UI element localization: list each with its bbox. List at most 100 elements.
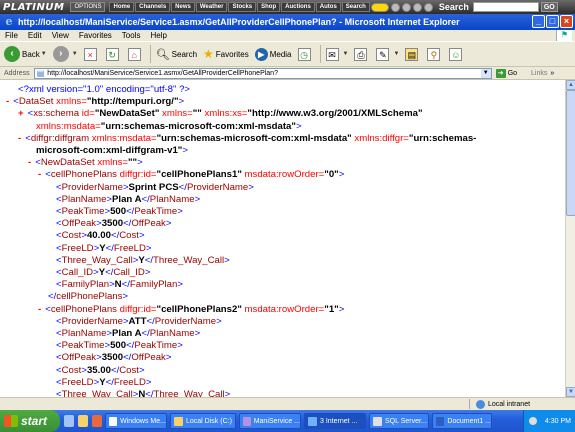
platinum-circle-icon[interactable] xyxy=(401,2,411,12)
vertical-scrollbar[interactable]: ▲ ▼ xyxy=(565,80,575,397)
taskbar-item-sql-server[interactable]: SQL Server... xyxy=(369,413,429,429)
messenger-button[interactable]: ☺ xyxy=(449,47,465,61)
platinum-circle-icon[interactable] xyxy=(412,2,422,12)
minimize-button[interactable]: _ xyxy=(532,15,545,28)
close-button[interactable]: × xyxy=(560,15,573,28)
platinum-auctions-button[interactable]: Auctions xyxy=(281,2,315,12)
app-icon xyxy=(373,416,382,426)
refresh-button[interactable]: ↻ xyxy=(105,47,122,61)
address-input[interactable]: ▤ http://localhost/ManiService/Service1.… xyxy=(33,67,492,79)
xml-tag-name: xs:schema xyxy=(33,108,80,120)
taskbar-item-maniservice[interactable]: ManiService ... xyxy=(239,413,301,429)
maximize-button[interactable]: □ xyxy=(546,15,559,28)
quicklaunch-icon[interactable] xyxy=(64,415,74,427)
chevron-down-icon[interactable]: ▼ xyxy=(343,51,349,57)
xml-tag-name: PeakTime xyxy=(61,340,105,352)
platinum-search-button[interactable]: Search xyxy=(341,2,370,12)
collapse-toggle[interactable]: - xyxy=(38,304,41,315)
print-button[interactable]: ⎙ xyxy=(354,47,370,61)
xml-field-value: 40.00 xyxy=(86,230,111,242)
platinum-news-button[interactable]: News xyxy=(171,2,195,12)
taskbar-item-windows-media[interactable]: Windows Me... xyxy=(105,413,167,429)
platinum-home-button[interactable]: Home xyxy=(109,2,135,12)
platinum-options-button[interactable]: OPTIONS xyxy=(70,2,106,12)
edit-button[interactable]: ✎ ▼ xyxy=(376,47,399,61)
xml-tag-name: PeakTime xyxy=(61,206,105,217)
start-button[interactable]: start xyxy=(0,410,60,432)
intranet-globe-icon xyxy=(476,399,485,409)
taskbar-item-document1[interactable]: Document1 ... xyxy=(432,413,492,429)
menu-tools[interactable]: Tools xyxy=(117,31,146,40)
task-label: ManiService ... xyxy=(253,417,300,425)
chevron-down-icon[interactable]: ▼ xyxy=(72,51,78,57)
home-button[interactable]: ⌂ xyxy=(127,47,144,61)
chevron-down-icon[interactable]: ▼ xyxy=(480,68,491,78)
xml-tag-name: PlanName xyxy=(149,193,195,205)
xml-tag-name: Call_ID xyxy=(113,267,145,278)
zone-label: Local intranet xyxy=(488,400,531,408)
back-button[interactable]: ‹ Back ▼ xyxy=(4,46,47,62)
menu-file[interactable]: File xyxy=(0,31,23,40)
xml-tag-name: diffgr:diffgram xyxy=(30,132,90,144)
xml-field-line: <Cost>40.00</Cost> xyxy=(56,230,145,242)
standard-toolbar: ‹ Back ▼ › ▼ × ↻ ⌂ 🔍︎ Search ★ Favorites… xyxy=(0,42,575,67)
media-button[interactable]: ▶ Media xyxy=(254,47,292,61)
xml-attr-name: diffgr:id= xyxy=(116,303,157,315)
xml-attr-value: "urn:schemas- xyxy=(408,132,477,144)
forward-button[interactable]: › ▼ xyxy=(52,46,78,62)
xml-tag-name: FreeLD xyxy=(61,376,94,388)
back-arrow-icon: ‹ xyxy=(4,46,20,62)
scroll-down-button[interactable]: ▼ xyxy=(566,387,575,397)
expand-toggle[interactable]: + xyxy=(18,108,24,119)
stop-icon: × xyxy=(83,47,97,61)
quicklaunch-icon[interactable] xyxy=(78,415,88,427)
collapse-toggle[interactable]: - xyxy=(6,96,9,107)
menu-favorites[interactable]: Favorites xyxy=(74,31,117,40)
platinum-search-input[interactable] xyxy=(472,2,539,12)
xml-bracket: </ xyxy=(144,254,153,266)
tray-icon[interactable] xyxy=(528,417,537,425)
quicklaunch-icon[interactable] xyxy=(92,415,102,427)
taskbar-item-local-disk[interactable]: Local Disk (C:) xyxy=(170,413,236,429)
menu-view[interactable]: View xyxy=(47,31,74,40)
chevron-right-icon[interactable]: » xyxy=(550,70,554,77)
menu-help[interactable]: Help xyxy=(145,31,171,40)
chevron-down-icon[interactable]: ▼ xyxy=(41,51,47,57)
collapse-toggle[interactable]: - xyxy=(38,169,41,180)
research-button[interactable]: ⚲ xyxy=(427,47,443,61)
platinum-circle-icon[interactable] xyxy=(390,2,400,12)
discuss-icon: ▤ xyxy=(405,47,419,61)
history-button[interactable]: ◷ xyxy=(297,47,314,61)
scroll-up-button[interactable]: ▲ xyxy=(566,80,575,90)
xml-attr-name: msdata:rowOrder= xyxy=(241,303,325,315)
xml-tag-name: PeakTime xyxy=(134,340,178,352)
platinum-toggle-icon[interactable] xyxy=(370,2,389,12)
collapse-toggle[interactable]: - xyxy=(18,133,21,144)
search-button[interactable]: 🔍︎ Search xyxy=(156,48,197,61)
favorites-button[interactable]: ★ Favorites xyxy=(203,47,249,61)
platinum-go-button[interactable]: GO xyxy=(540,2,558,12)
taskbar-item-internet-explorer[interactable]: 3 Internet ... xyxy=(304,413,366,429)
address-bar: Address ▤ http://localhost/ManiService/S… xyxy=(0,67,575,80)
xml-bracket: </ xyxy=(105,376,114,388)
xml-tag-name: Call_ID xyxy=(61,267,94,278)
platinum-stocks-button[interactable]: Stocks xyxy=(228,2,257,12)
links-button[interactable]: Links xyxy=(531,70,547,77)
status-text xyxy=(0,399,470,409)
toolbar-separator xyxy=(149,45,151,63)
go-button[interactable]: ➜ Go xyxy=(495,68,517,78)
scroll-thumb[interactable] xyxy=(566,90,575,216)
chevron-down-icon[interactable]: ▼ xyxy=(393,51,399,57)
xml-newdataset-line: - <NewDataSet xmlns=""> xyxy=(28,157,143,169)
discuss-button[interactable]: ▤ xyxy=(405,47,421,61)
platinum-weather-button[interactable]: Weather xyxy=(195,2,228,12)
stop-button[interactable]: × xyxy=(83,47,100,61)
menu-edit[interactable]: Edit xyxy=(23,31,47,40)
platinum-circle-icon[interactable] xyxy=(423,2,433,12)
collapse-toggle[interactable]: - xyxy=(28,157,31,168)
platinum-autos-button[interactable]: Autos xyxy=(315,2,341,12)
platinum-channels-button[interactable]: Channels xyxy=(135,2,171,12)
xml-attr-name: id= xyxy=(79,108,95,120)
mail-button[interactable]: ✉ ▼ xyxy=(325,47,349,61)
platinum-shop-button[interactable]: Shop xyxy=(257,2,281,12)
